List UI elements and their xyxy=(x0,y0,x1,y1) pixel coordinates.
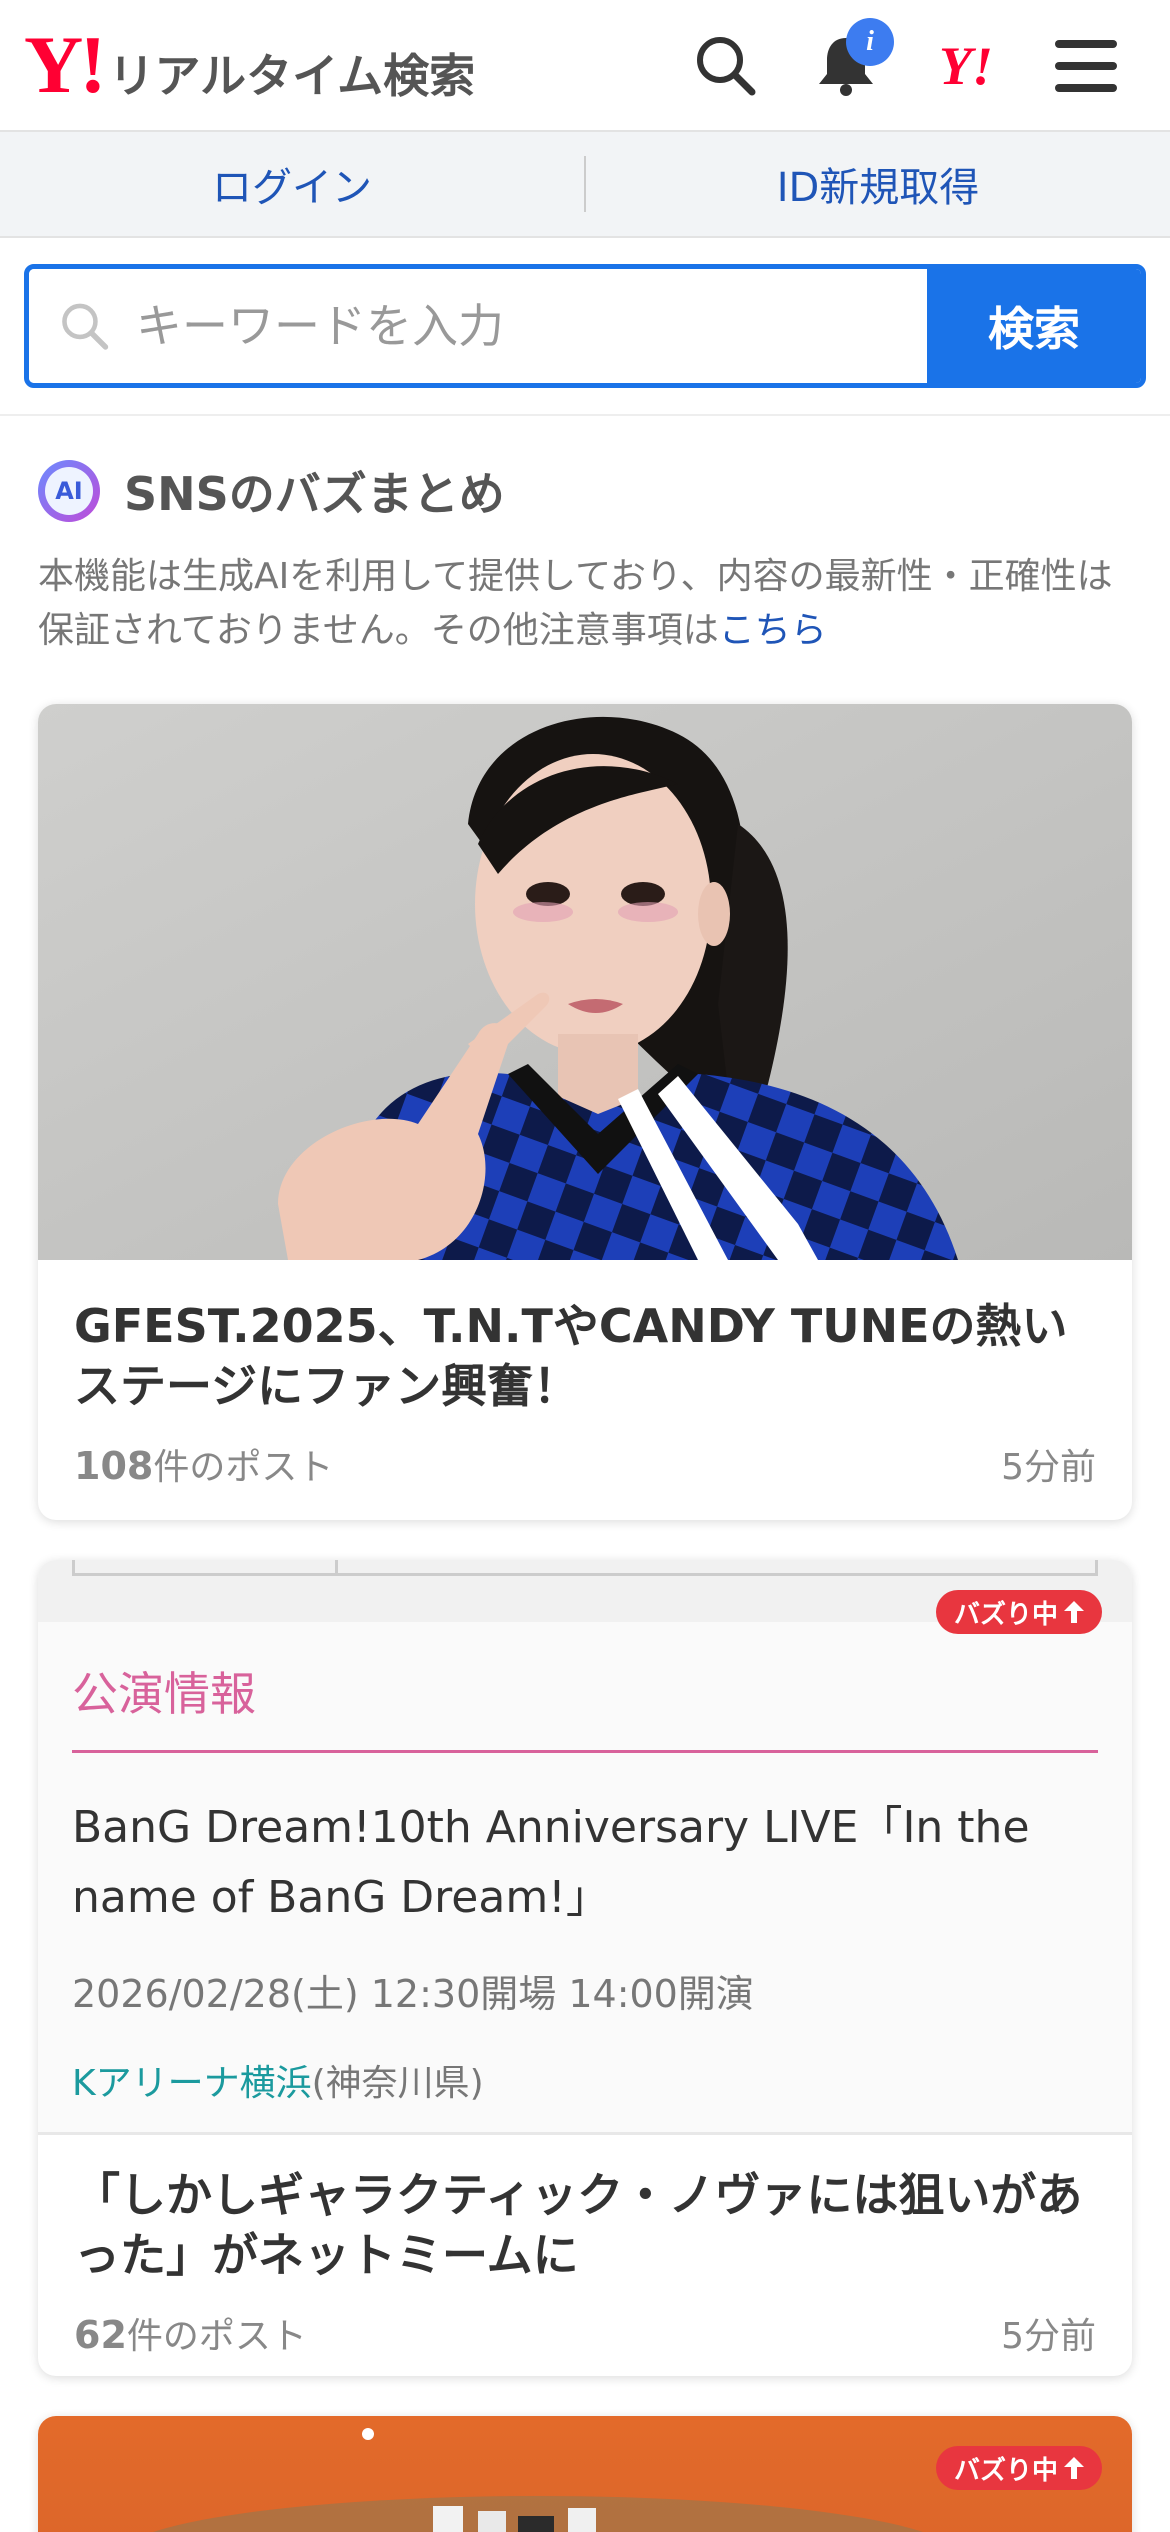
venue-prefecture: (神奈川県) xyxy=(311,2063,484,2104)
disclaimer-text: 本機能は生成AIを利用して提供しており、内容の最新性・正確性は保証されておりませ… xyxy=(38,556,1113,651)
event-date: 2026/02/28(土) 12:30開場 14:00開演 xyxy=(72,1972,754,2016)
timestamp: 5分前 xyxy=(1001,1447,1096,1488)
bell-icon[interactable]: i xyxy=(786,0,906,132)
disclaimer: 本機能は生成AIを利用して提供しており、内容の最新性・正確性は保証されておりませ… xyxy=(0,524,1170,658)
post-count: 108件のポスト xyxy=(74,1438,333,1490)
menu-icon[interactable] xyxy=(1026,0,1146,132)
card-body: GFEST.2025、T.N.TやCANDY TUNEの熱いステージにファン興奮… xyxy=(38,1260,1132,1490)
post-count-suffix: 件のポスト xyxy=(126,2316,307,2357)
arrow-up-icon xyxy=(1064,2457,1084,2479)
post-count-number: 108 xyxy=(74,1444,154,1488)
ai-icon: AI xyxy=(38,460,100,522)
buzz-card[interactable]: バズり中 公演情報 BanG Dream!10th Anniversary LI… xyxy=(38,1560,1132,2376)
venue-link[interactable]: Kアリーナ横浜 xyxy=(72,2063,312,2104)
section-header: AI SNSのバズまとめ xyxy=(0,416,1170,524)
register-link[interactable]: ID新規取得 xyxy=(586,155,1170,213)
post-count: 62件のポスト xyxy=(74,2307,307,2359)
event-info[interactable]: 公演情報 BanG Dream!10th Anniversary LIVE「In… xyxy=(38,1622,1132,2132)
app-header: Y! リアルタイム検索 i Y! xyxy=(0,0,1170,132)
buzz-badge: バズり中 xyxy=(935,1590,1102,1634)
ai-badge-text: AI xyxy=(45,467,93,515)
timestamp: 5分前 xyxy=(1001,2316,1096,2357)
search-input[interactable] xyxy=(136,299,927,353)
header-icons: i Y! xyxy=(666,0,1146,132)
yahoo-logo-mark: Y! xyxy=(24,19,107,110)
card-meta: 108件のポスト 5分前 xyxy=(74,1438,1096,1490)
buzz-card[interactable]: GFEST.2025、T.N.TやCANDY TUNEの熱いステージにファン興奮… xyxy=(38,704,1132,1520)
app-logo[interactable]: Y! リアルタイム検索 xyxy=(24,24,475,106)
event-title: BanG Dream!10th Anniversary LIVE「In the … xyxy=(72,1802,1030,1923)
post-count-suffix: 件のポスト xyxy=(153,1447,334,1488)
arrow-up-icon xyxy=(1064,1601,1084,1623)
section-title: SNSのバズまとめ xyxy=(124,467,505,521)
yahoo-mark: Y! xyxy=(939,36,993,96)
strip-outline xyxy=(72,1560,1098,1576)
disclaimer-link[interactable]: こちら xyxy=(719,610,827,651)
search-box: 検索 xyxy=(24,264,1146,388)
card-photo xyxy=(38,704,1132,1260)
event-venue: Kアリーナ横浜(神奈川県) xyxy=(72,2054,1098,2132)
search-field[interactable] xyxy=(29,269,927,383)
auth-bar: ログイン ID新規取得 xyxy=(0,132,1170,238)
card-body: 「しかしギャラクティック・ノヴァには狙いがあった」がネットミームに 62件のポス… xyxy=(38,2132,1132,2359)
card-meta: 62件のポスト 5分前 xyxy=(74,2307,1096,2359)
card-title: 「しかしギャラクティック・ノヴァには狙いがあった」がネットミームに xyxy=(74,2168,1083,2282)
card-image-strip: バズり中 xyxy=(38,1560,1132,1634)
login-link[interactable]: ログイン xyxy=(0,155,584,213)
search-icon[interactable] xyxy=(666,0,786,132)
yahoo-account-icon[interactable]: Y! xyxy=(906,0,1026,132)
buzz-card[interactable]: バズり中 xyxy=(38,2416,1132,2532)
notification-badge: i xyxy=(846,18,894,66)
search-area: 検索 xyxy=(0,238,1170,416)
buzz-badge-label: バズり中 xyxy=(953,2455,1058,2486)
search-button[interactable]: 検索 xyxy=(927,269,1141,383)
card-title: GFEST.2025、T.N.TやCANDY TUNEの熱いステージにファン興奮… xyxy=(74,1299,1068,1413)
buzz-badge-label: バズり中 xyxy=(953,1599,1058,1630)
event-label: 公演情報 xyxy=(72,1622,1098,1753)
post-count-number: 62 xyxy=(74,2313,127,2357)
buzz-badge: バズり中 xyxy=(935,2446,1102,2490)
magnifier-icon xyxy=(62,303,109,350)
logo-title: リアルタイム検索 xyxy=(108,49,476,103)
